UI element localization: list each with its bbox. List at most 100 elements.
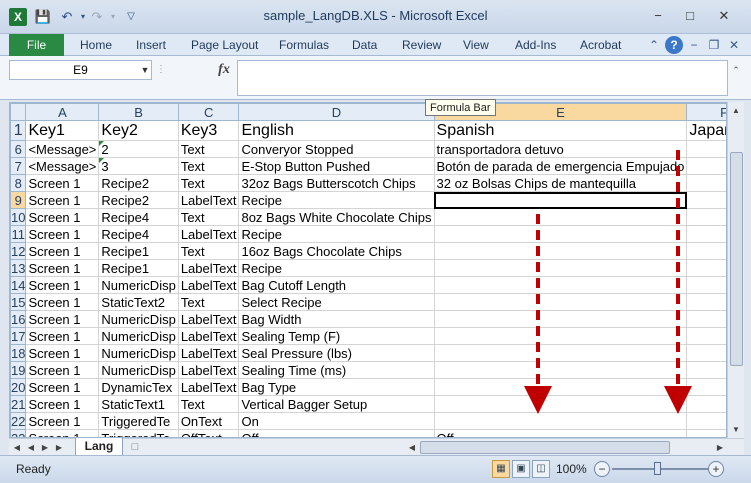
window-minimize-icon[interactable]: − [685, 36, 703, 54]
row-header-15[interactable]: 15 [10, 293, 27, 311]
cell-f21[interactable] [686, 395, 726, 413]
cell-c20[interactable]: LabelText [177, 378, 240, 396]
cell-a7[interactable]: <Message> [25, 157, 100, 175]
cell-d1[interactable]: English [238, 120, 435, 141]
tab-page-layout[interactable]: Page Layout [191, 34, 258, 56]
cell-e20[interactable] [433, 378, 688, 396]
cell-e6[interactable]: transportadora detuvo [433, 140, 688, 158]
window-close-icon[interactable]: ✕ [725, 36, 743, 54]
row-header-22[interactable]: 22 [10, 412, 27, 430]
cell-b20[interactable]: DynamicTex [98, 378, 179, 396]
cell-a6[interactable]: <Message> [25, 140, 100, 158]
cell-c6[interactable]: Text [177, 140, 240, 158]
cell-e9[interactable] [433, 191, 688, 209]
cell-d8[interactable]: 32oz Bags Butterscotch Chips [238, 174, 435, 192]
row-header-17[interactable]: 17 [10, 327, 27, 345]
tab-add-ins[interactable]: Add-Ins [515, 34, 556, 56]
cell-d12[interactable]: 16oz Bags Chocolate Chips [238, 242, 435, 260]
scroll-up-icon[interactable]: ▲ [728, 102, 744, 119]
tab-data[interactable]: Data [352, 34, 377, 56]
column-header-b[interactable]: B [98, 103, 179, 121]
tab-acrobat[interactable]: Acrobat [580, 34, 621, 56]
cell-d22[interactable]: On [238, 412, 435, 430]
cell-c18[interactable]: LabelText [177, 344, 240, 362]
column-header-a[interactable]: A [25, 103, 100, 121]
cell-f6[interactable] [686, 140, 726, 158]
cell-a22[interactable]: Screen 1 [25, 412, 100, 430]
cell-b9[interactable]: Recipe2 [98, 191, 179, 209]
cell-c8[interactable]: Text [177, 174, 240, 192]
cell-b17[interactable]: NumericDisp [98, 327, 179, 345]
tab-review[interactable]: Review [402, 34, 441, 56]
minimize-ribbon-icon[interactable]: ⌃ [645, 36, 663, 54]
zoom-slider[interactable] [612, 468, 710, 470]
cell-d14[interactable]: Bag Cutoff Length [238, 276, 435, 294]
cell-f20[interactable] [686, 378, 726, 396]
column-header-f[interactable]: F [686, 103, 726, 121]
row-header-23[interactable]: 23 [10, 429, 27, 437]
row-header-11[interactable]: 11 [10, 225, 27, 243]
cell-b1[interactable]: Key2 [98, 120, 179, 141]
cell-f18[interactable] [686, 344, 726, 362]
cell-c15[interactable]: Text [177, 293, 240, 311]
cell-c22[interactable]: OnText [177, 412, 240, 430]
cell-f11[interactable] [686, 225, 726, 243]
tab-insert[interactable]: Insert [136, 34, 166, 56]
cell-e12[interactable] [433, 242, 688, 260]
cell-b18[interactable]: NumericDisp [98, 344, 179, 362]
cell-f8[interactable] [686, 174, 726, 192]
cell-e14[interactable] [433, 276, 688, 294]
cell-f17[interactable] [686, 327, 726, 345]
cell-b19[interactable]: NumericDisp [98, 361, 179, 379]
help-icon[interactable]: ? [665, 36, 683, 54]
cell-f15[interactable] [686, 293, 726, 311]
cell-d20[interactable]: Bag Type [238, 378, 435, 396]
cell-d7[interactable]: E-Stop Button Pushed [238, 157, 435, 175]
column-header-d[interactable]: D [238, 103, 435, 121]
cell-a21[interactable]: Screen 1 [25, 395, 100, 413]
page-layout-view-icon[interactable]: ▣ [512, 460, 530, 478]
worksheet-grid[interactable]: A B C D E F 1Key1Key2Key3EnglishSpanishJ… [9, 102, 727, 438]
cell-d18[interactable]: Seal Pressure (lbs) [238, 344, 435, 362]
cell-f13[interactable] [686, 259, 726, 277]
cell-e15[interactable] [433, 293, 688, 311]
cell-c17[interactable]: LabelText [177, 327, 240, 345]
cell-b10[interactable]: Recipe4 [98, 208, 179, 226]
row-header-6[interactable]: 6 [10, 140, 27, 158]
tab-home[interactable]: Home [80, 34, 112, 56]
cell-e19[interactable] [433, 361, 688, 379]
cell-c13[interactable]: LabelText [177, 259, 240, 277]
zoom-in-icon[interactable]: + [708, 461, 724, 477]
cell-b22[interactable]: TriggeredTe [98, 412, 179, 430]
cell-e16[interactable] [433, 310, 688, 328]
page-break-preview-icon[interactable]: ◫ [532, 460, 550, 478]
horizontal-scrollbar[interactable]: ◀ ▶ [406, 439, 726, 456]
cell-c21[interactable]: Text [177, 395, 240, 413]
cell-d23[interactable]: Off [238, 429, 435, 437]
minimize-button[interactable]: − [644, 6, 672, 26]
cell-c7[interactable]: Text [177, 157, 240, 175]
cell-d11[interactable]: Recipe [238, 225, 435, 243]
tab-formulas[interactable]: Formulas [279, 34, 329, 56]
zoom-out-icon[interactable]: − [594, 461, 610, 477]
column-header-c[interactable]: C [177, 103, 240, 121]
cell-f23[interactable] [686, 429, 726, 437]
cell-b13[interactable]: Recipe1 [98, 259, 179, 277]
cell-f16[interactable] [686, 310, 726, 328]
cell-c14[interactable]: LabelText [177, 276, 240, 294]
cell-d16[interactable]: Bag Width [238, 310, 435, 328]
zoom-slider-thumb[interactable] [654, 462, 661, 475]
scroll-down-icon[interactable]: ▼ [728, 421, 744, 438]
row-header-10[interactable]: 10 [10, 208, 27, 226]
vertical-scroll-thumb[interactable] [730, 152, 743, 366]
cell-b14[interactable]: NumericDisp [98, 276, 179, 294]
cell-d19[interactable]: Sealing Time (ms) [238, 361, 435, 379]
next-sheet-icon[interactable]: ▶ [39, 439, 51, 456]
cell-f9[interactable] [686, 191, 726, 209]
horizontal-scroll-thumb[interactable] [420, 441, 670, 454]
row-header-20[interactable]: 20 [10, 378, 27, 396]
name-box[interactable]: E9 [9, 60, 152, 80]
cell-e10[interactable] [433, 208, 688, 226]
cell-a8[interactable]: Screen 1 [25, 174, 100, 192]
cell-a19[interactable]: Screen 1 [25, 361, 100, 379]
